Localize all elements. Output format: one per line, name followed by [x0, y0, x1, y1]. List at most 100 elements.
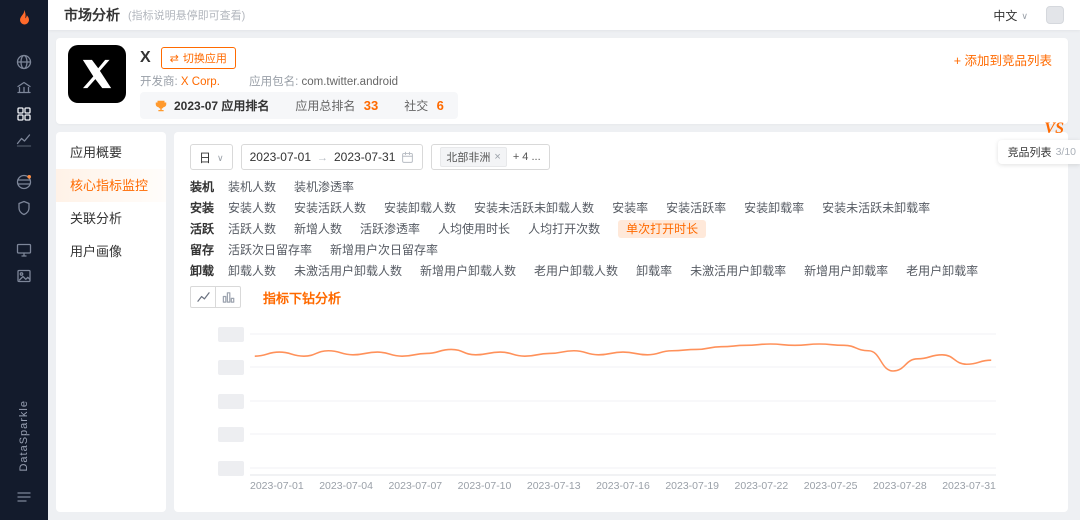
competitor-list-tab[interactable]: 竞品列表 3/10 — [997, 140, 1080, 164]
x-axis-label: 2023-07-01 — [250, 480, 304, 492]
nav-item-core-metrics[interactable]: 核心指标监控 — [56, 169, 166, 202]
metric-item[interactable]: 新增人数 — [294, 220, 342, 238]
swap-icon — [170, 52, 179, 65]
metric-item[interactable]: 未激活用户卸载人数 — [294, 262, 402, 280]
y-label-skeleton — [218, 359, 244, 375]
metric-item[interactable]: 单次打开时长 — [618, 220, 707, 238]
avatar[interactable] — [1046, 6, 1064, 24]
x-axis-label: 2023-07-13 — [526, 480, 581, 492]
competitor-list-label: 竞品列表 — [1007, 147, 1052, 159]
developer-label: 开发商: — [140, 76, 178, 88]
globe-icon[interactable] — [8, 49, 40, 75]
x-axis-label: 2023-07-28 — [872, 480, 927, 492]
category-label[interactable]: 社交 — [404, 99, 428, 113]
x-axis-labels: 2023-07-01 2023-07-04 2023-07-07 2023-07-10… — [250, 480, 996, 492]
y-label-skeleton — [218, 393, 244, 409]
metric-category: 装机 — [190, 180, 215, 194]
metric-item[interactable]: 新增用户卸载人数 — [420, 262, 516, 280]
region-tag[interactable]: 北部非洲 — [440, 147, 507, 167]
metric-item[interactable]: 卸载率 — [636, 262, 672, 280]
metric-item[interactable]: 安装卸载人数 — [384, 199, 456, 217]
apps-grid-icon[interactable] — [8, 101, 40, 127]
world-icon[interactable] — [8, 169, 40, 195]
sidebar: DataSparkle — [0, 0, 48, 520]
language-selector[interactable]: 中文 — [993, 7, 1028, 24]
trend-chart-icon[interactable] — [8, 127, 40, 153]
page-hint: (指标说明悬停即可查看) — [128, 10, 246, 22]
metric-item[interactable]: 新增用户卸载率 — [804, 262, 888, 280]
metric-item[interactable]: 人均使用时长 — [438, 220, 510, 238]
metric-item[interactable]: 新增用户次日留存率 — [330, 241, 438, 259]
nav-item-app-overview[interactable]: 应用概要 — [56, 136, 166, 169]
bank-icon[interactable] — [8, 75, 40, 101]
chart-area: 2023-07-01 2023-07-04 2023-07-07 2023-07-10… — [190, 316, 1052, 506]
date-range-picker[interactable]: 2023-07-01 2023-07-31 — [240, 144, 424, 170]
monitor-icon[interactable] — [8, 237, 40, 263]
metric-item[interactable]: 活跃次日留存率 — [228, 241, 312, 259]
add-to-competitor-button[interactable]: + 添加到竞品列表 — [954, 50, 1052, 69]
rank-period-label: 2023-07 应用排名 — [174, 99, 270, 113]
arrow-right-icon — [317, 150, 328, 164]
x-axis-label: 2023-07-22 — [734, 480, 789, 492]
language-label: 中文 — [993, 8, 1018, 23]
metric-item[interactable]: 安装活跃率 — [666, 199, 726, 217]
metric-item[interactable]: 活跃人数 — [228, 220, 276, 238]
x-axis-label: 2023-07-04 — [319, 480, 373, 492]
metric-row: 活跃 活跃人数 新增人数 活跃渗透率 人均使用时长 人均打开次数 单次打开时长 — [190, 220, 1052, 238]
vs-label: VS — [1044, 120, 1064, 137]
metric-rows: 装机 装机人数 装机渗透率安装 安装人数 安装活跃人数 安装卸载人数 安装未活跃未卸载人数安… — [190, 178, 1052, 280]
metric-item[interactable]: 未激活用户卸载率 — [690, 262, 786, 280]
x-axis-label: 2023-07-31 — [942, 480, 996, 492]
badge-icon[interactable] — [8, 195, 40, 221]
switch-app-button[interactable]: 切换应用 — [160, 47, 236, 69]
line-chart-toggle[interactable] — [190, 286, 216, 308]
metric-item[interactable]: 装机人数 — [228, 178, 276, 196]
region-filter[interactable]: 北部非洲 + 4 ... — [431, 144, 550, 170]
granularity-select[interactable]: 日 — [190, 144, 233, 170]
metric-item[interactable]: 安装率 — [612, 199, 648, 217]
metric-item[interactable]: 安装未活跃未卸载率 — [822, 199, 930, 217]
nav-item-relation-analysis[interactable]: 关联分析 — [56, 202, 166, 235]
chart-svg — [250, 333, 996, 476]
bar-chart-toggle[interactable] — [215, 286, 241, 308]
calendar-icon — [402, 151, 414, 163]
metric-item[interactable]: 人均打开次数 — [528, 220, 600, 238]
date-end: 2023-07-31 — [334, 150, 396, 164]
y-axis-skeleton — [218, 316, 248, 476]
more-regions-tag[interactable]: + 4 ... — [513, 151, 541, 163]
total-rank-label: 应用总排名 — [295, 99, 356, 113]
region-tag-label: 北部非洲 — [446, 152, 491, 164]
developer-value[interactable]: X Corp. — [181, 76, 220, 88]
chart-toolbar: 指标下钻分析 — [190, 286, 1052, 308]
bar-chart-icon — [222, 292, 234, 303]
category-rank-value: 6 — [436, 98, 444, 113]
metric-category: 卸载 — [190, 264, 215, 278]
y-label-skeleton — [218, 326, 244, 342]
sidebar-icon-list — [8, 49, 40, 289]
menu-icon[interactable] — [8, 484, 40, 510]
drill-down-link[interactable]: 指标下钻分析 — [263, 288, 341, 307]
metric-row: 安装 安装人数 安装活跃人数 安装卸载人数 安装未活跃未卸载人数 安装率 安装活跃率 安装卸载… — [190, 199, 1052, 217]
line-chart[interactable] — [250, 316, 996, 476]
rank-period: 2023-07 应用排名 — [154, 97, 269, 114]
metric-item[interactable]: 老用户卸载率 — [906, 262, 978, 280]
nav-item-user-profile[interactable]: 用户画像 — [56, 235, 166, 268]
metric-item[interactable]: 装机渗透率 — [294, 178, 354, 196]
close-icon[interactable] — [494, 151, 500, 163]
gallery-icon[interactable] — [8, 263, 40, 289]
app-summary-card: X 切换应用 开发商: X Corp. 应用包名: com.twitter.an… — [56, 38, 1068, 124]
total-rank: 应用总排名 33 — [295, 97, 378, 114]
metric-item[interactable]: 老用户卸载人数 — [534, 262, 618, 280]
x-axis-label: 2023-07-19 — [665, 480, 720, 492]
line-chart-icon — [196, 292, 210, 302]
metric-item[interactable]: 活跃渗透率 — [360, 220, 420, 238]
rank-row: 2023-07 应用排名 应用总排名 33 社交 6 — [140, 92, 458, 119]
x-axis-label: 2023-07-10 — [457, 480, 512, 492]
metric-item[interactable]: 安装活跃人数 — [294, 199, 366, 217]
metric-item[interactable]: 安装人数 — [228, 199, 276, 217]
metric-item[interactable]: 安装未活跃未卸载人数 — [474, 199, 594, 217]
metric-item[interactable]: 安装卸载率 — [744, 199, 804, 217]
metric-item[interactable]: 卸载人数 — [228, 262, 276, 280]
main-panel: 日 2023-07-01 2023-07-31 北部非洲 — [174, 132, 1068, 512]
datasparkle-logo-icon[interactable] — [11, 7, 37, 33]
